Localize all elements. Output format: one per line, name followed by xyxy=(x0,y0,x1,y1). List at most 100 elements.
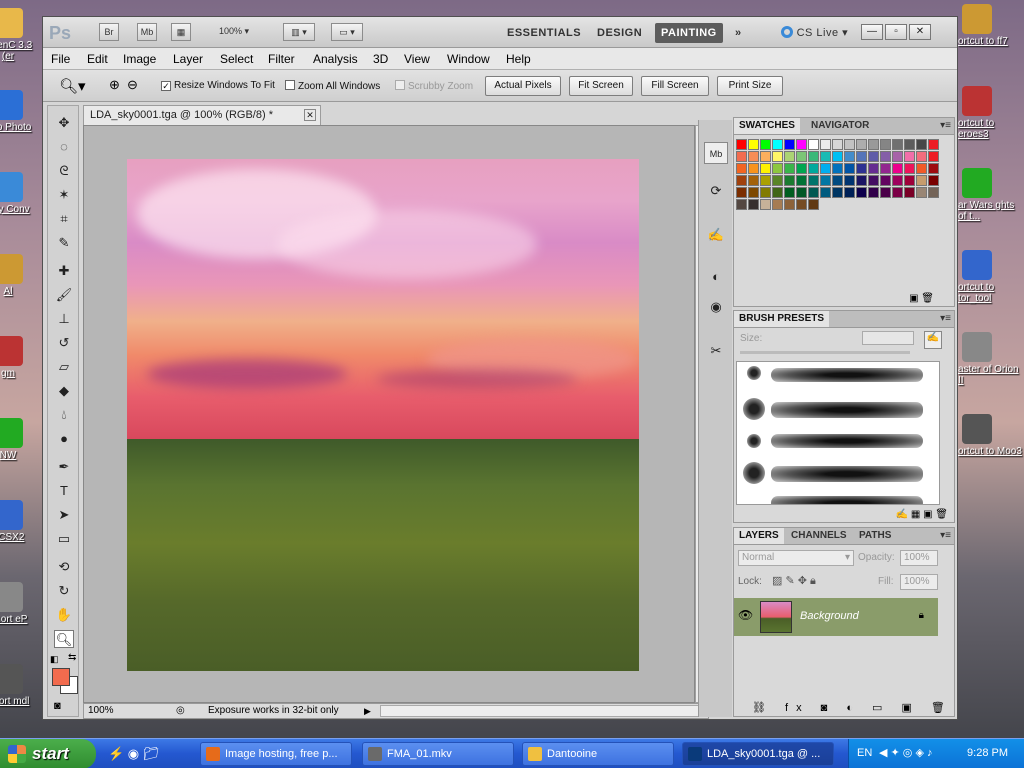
desktop-shortcut[interactable]: ortcut to Moo3 xyxy=(958,414,1024,457)
blur-tool-icon[interactable]: 💧︎ xyxy=(54,406,74,424)
desktop-shortcut[interactable]: ortcut to tor_tool xyxy=(958,250,1024,304)
minimize-button[interactable]: — xyxy=(861,24,883,40)
color-swatch[interactable] xyxy=(784,163,795,174)
history-panel-icon[interactable]: ⟳ xyxy=(704,180,728,202)
foreground-color-swatch[interactable] xyxy=(52,668,70,686)
close-document-icon[interactable]: ✕ xyxy=(304,109,316,121)
color-swatch[interactable] xyxy=(856,187,867,198)
document-image[interactable] xyxy=(127,159,639,671)
color-swatch[interactable] xyxy=(844,139,855,150)
taskbar-window-button[interactable]: LDA_sky0001.tga @ ... xyxy=(682,742,834,766)
tab-channels[interactable]: CHANNELS xyxy=(786,528,852,544)
brush-preset-stroke[interactable] xyxy=(771,466,923,482)
color-swatch[interactable] xyxy=(796,139,807,150)
color-swatch[interactable] xyxy=(784,151,795,162)
color-swatch[interactable] xyxy=(856,139,867,150)
brush-preset-stroke[interactable] xyxy=(771,434,923,448)
color-swatch[interactable] xyxy=(880,151,891,162)
brush-preset-stroke[interactable] xyxy=(771,402,923,418)
tray-icons[interactable]: ◀ ✦ ◎ ◈ ♪ xyxy=(879,746,932,759)
taskbar-window-button[interactable]: FMA_01.mkv xyxy=(362,742,514,766)
desktop-shortcut[interactable]: Any Conv xyxy=(0,172,38,215)
history-brush-tool-icon[interactable]: ↺ xyxy=(54,334,74,352)
color-swatch[interactable] xyxy=(916,163,927,174)
horizontal-scrollbar[interactable] xyxy=(380,705,708,717)
color-swatch[interactable] xyxy=(748,163,759,174)
tool-presets-panel-icon[interactable]: ◐ xyxy=(704,266,728,288)
color-swatch[interactable] xyxy=(796,187,807,198)
brush-tool-icon[interactable]: 🖌︎ xyxy=(54,286,74,304)
quick-launch-icons[interactable]: ⚡ ◉ 📁︎ xyxy=(108,746,159,762)
color-swatch[interactable] xyxy=(736,175,747,186)
color-swatch[interactable] xyxy=(748,151,759,162)
color-swatch[interactable] xyxy=(832,139,843,150)
color-swatch[interactable] xyxy=(748,187,759,198)
color-swatch[interactable] xyxy=(808,163,819,174)
cs-live-button[interactable]: CS Live ▾ xyxy=(775,23,854,43)
color-swatch[interactable] xyxy=(832,187,843,198)
pen-tool-icon[interactable]: ✒ xyxy=(54,458,74,476)
color-swatch[interactable] xyxy=(820,175,831,186)
desktop-shortcut[interactable]: ar Wars ghts of t... xyxy=(958,168,1024,222)
color-swatch[interactable] xyxy=(892,187,903,198)
color-swatch[interactable] xyxy=(784,199,795,210)
default-colors-icon[interactable]: ◧ xyxy=(50,654,59,665)
tab-layers[interactable]: LAYERS xyxy=(734,528,784,544)
brush-preset-stroke[interactable] xyxy=(771,368,923,382)
color-swatch[interactable] xyxy=(904,175,915,186)
blend-mode-dropdown[interactable]: Normal ▾ xyxy=(738,550,854,566)
workspace-essentials[interactable]: ESSENTIALS xyxy=(501,23,587,43)
clone-stamp-tool-icon[interactable]: ⊥ xyxy=(54,310,74,328)
panel-menu-icon[interactable]: ▾≡ xyxy=(940,120,951,131)
menu-select[interactable]: Select xyxy=(220,52,253,66)
quick-mask-icon[interactable]: ◙ xyxy=(54,700,61,712)
color-swatch[interactable] xyxy=(832,163,843,174)
actual-pixels-button[interactable]: Actual Pixels xyxy=(485,76,561,96)
workspace-painting[interactable]: PAINTING xyxy=(655,23,723,43)
brush-panel-footer-icons[interactable]: ✍ ▦ ▣ 🗑︎ xyxy=(896,509,948,520)
color-swatch[interactable] xyxy=(928,187,939,198)
zoom-in-icon[interactable]: ⊕ xyxy=(109,77,120,93)
color-swatch[interactable] xyxy=(856,151,867,162)
color-swatch[interactable] xyxy=(760,199,771,210)
color-swatch[interactable] xyxy=(916,175,927,186)
menu-layer[interactable]: Layer xyxy=(173,52,203,66)
brush-preset-stroke[interactable] xyxy=(771,496,923,504)
color-swatch[interactable] xyxy=(892,163,903,174)
healing-brush-tool-icon[interactable]: ✚ xyxy=(54,262,74,280)
layer-row-background[interactable]: 👁︎ Background 🔒︎ xyxy=(734,598,938,636)
color-swatch[interactable] xyxy=(772,163,783,174)
color-swatch[interactable] xyxy=(868,151,879,162)
color-swatch[interactable] xyxy=(784,139,795,150)
type-tool-icon[interactable]: T xyxy=(54,482,74,500)
color-swatch[interactable] xyxy=(904,187,915,198)
fill-screen-button[interactable]: Fill Screen xyxy=(641,76,709,96)
crop-tool-icon[interactable]: ⌗ xyxy=(54,210,74,228)
color-swatch[interactable] xyxy=(772,187,783,198)
color-swatch[interactable] xyxy=(784,175,795,186)
zoom-tool-icon[interactable]: 🔍︎▾ xyxy=(59,77,86,95)
hand-tool-icon[interactable]: ✋ xyxy=(54,606,74,624)
brush-preset-tip[interactable] xyxy=(747,434,761,448)
more-workspaces-button[interactable]: » xyxy=(729,23,748,43)
screen-mode-button[interactable]: ▭ ▾ xyxy=(331,23,363,41)
color-swatch[interactable] xyxy=(892,175,903,186)
language-indicator[interactable]: EN xyxy=(857,747,872,759)
bridge-button[interactable]: Br xyxy=(99,23,119,41)
color-swatch[interactable] xyxy=(760,151,771,162)
color-swatch[interactable] xyxy=(808,151,819,162)
color-swatch[interactable] xyxy=(760,139,771,150)
status-menu-arrow-icon[interactable]: ▶ xyxy=(364,704,371,718)
status-zoom[interactable]: 100% xyxy=(88,704,114,718)
color-swatch[interactable] xyxy=(808,199,819,210)
eyedropper-tool-icon[interactable]: ✎ xyxy=(54,234,74,252)
brush-preset-tip[interactable] xyxy=(743,398,765,420)
zoom-level-dropdown[interactable]: 100% ▾ xyxy=(219,23,269,41)
menu-window[interactable]: Window xyxy=(447,52,490,66)
color-swatch[interactable] xyxy=(736,139,747,150)
path-selection-tool-icon[interactable]: ➤ xyxy=(54,506,74,524)
color-swatch[interactable] xyxy=(820,151,831,162)
magic-wand-tool-icon[interactable]: ✶ xyxy=(54,186,74,204)
menu-file[interactable]: File xyxy=(51,52,70,66)
tools-panel-icon[interactable]: ✂ xyxy=(704,340,728,362)
